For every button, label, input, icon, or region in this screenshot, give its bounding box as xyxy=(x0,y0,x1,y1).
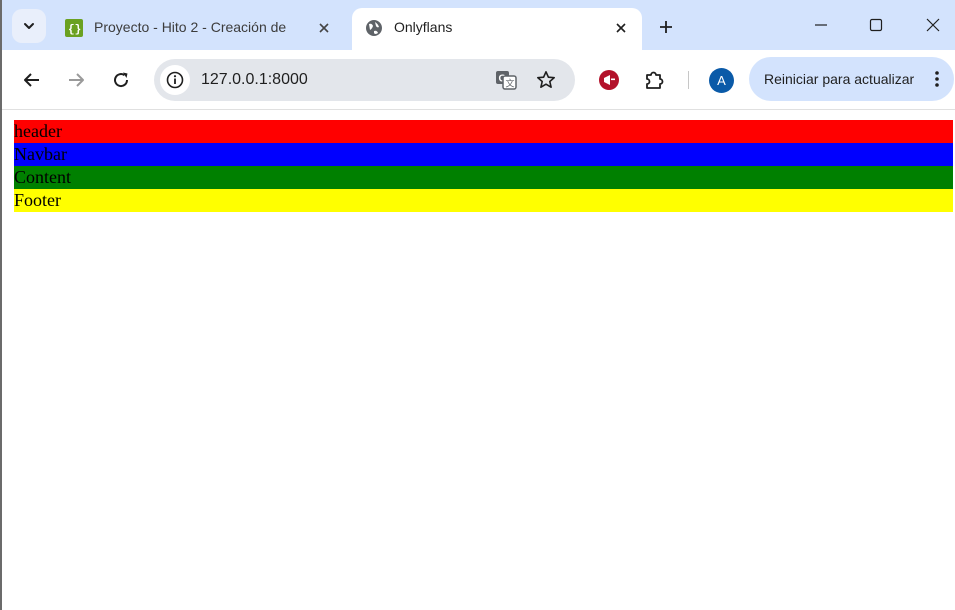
tab-search-button[interactable] xyxy=(12,9,46,43)
tab-strip: {} Proyecto - Hito 2 - Creación de Onlyf… xyxy=(2,0,955,50)
profile-initial: A xyxy=(717,73,726,88)
back-button[interactable] xyxy=(20,68,44,92)
profile-avatar[interactable]: A xyxy=(709,68,734,93)
close-icon[interactable] xyxy=(314,18,334,38)
content-section: Content xyxy=(14,166,953,189)
toolbar-separator xyxy=(688,71,689,89)
close-window-button[interactable] xyxy=(918,12,948,38)
close-icon[interactable] xyxy=(611,18,631,38)
svg-text:{}: {} xyxy=(68,24,81,36)
site-info-button[interactable] xyxy=(160,65,190,95)
close-icon xyxy=(926,18,940,32)
extensions-menu-button[interactable] xyxy=(642,68,666,92)
browser-toolbar: 127.0.0.1:8000 G 文 xyxy=(2,50,955,110)
content-label: Content xyxy=(14,167,71,187)
arrow-left-icon xyxy=(24,73,39,87)
address-bar[interactable]: 127.0.0.1:8000 G 文 xyxy=(154,59,575,101)
header-label: header xyxy=(14,121,62,141)
page-viewport: header Navbar Content Footer xyxy=(4,111,955,610)
tab-proyecto[interactable]: {} Proyecto - Hito 2 - Creación de xyxy=(52,8,344,50)
forward-button[interactable] xyxy=(64,68,88,92)
tab-onlyflans[interactable]: Onlyflans xyxy=(352,8,642,50)
svg-text:文: 文 xyxy=(506,78,515,89)
reload-button[interactable] xyxy=(109,68,133,92)
bookmark-button[interactable] xyxy=(535,69,557,91)
restart-to-update-button[interactable]: Reiniciar para actualizar xyxy=(749,57,954,101)
footer-label: Footer xyxy=(14,190,61,210)
update-label: Reiniciar para actualizar xyxy=(764,71,915,87)
globe-icon xyxy=(366,20,382,36)
arrow-right-icon xyxy=(69,73,84,87)
translate-button[interactable]: G 文 xyxy=(495,69,517,91)
puzzle-icon xyxy=(646,71,664,89)
more-menu-icon[interactable] xyxy=(927,69,947,89)
minimize-button[interactable] xyxy=(806,12,836,38)
extension-megaphone-icon xyxy=(599,70,619,90)
tab-title: Onlyflans xyxy=(394,19,453,35)
plus-icon xyxy=(660,21,672,33)
reload-icon xyxy=(114,72,129,88)
navbar-section: Navbar xyxy=(14,143,953,166)
info-icon xyxy=(166,71,184,89)
tab-title: Proyecto - Hito 2 - Creación de xyxy=(94,19,287,35)
maximize-button[interactable] xyxy=(861,12,891,38)
browser-window: {} Proyecto - Hito 2 - Creación de Onlyf… xyxy=(0,0,955,610)
extension-button[interactable] xyxy=(597,68,621,92)
chevron-down-icon xyxy=(24,23,34,29)
minimize-icon xyxy=(815,24,827,26)
maximize-icon xyxy=(869,18,883,32)
project-favicon-icon: {} xyxy=(65,19,83,37)
new-tab-button[interactable] xyxy=(654,15,678,39)
star-icon xyxy=(537,71,555,88)
navbar-label: Navbar xyxy=(14,144,67,164)
url-text: 127.0.0.1:8000 xyxy=(201,71,308,88)
translate-icon: G 文 xyxy=(496,71,517,90)
header-section: header xyxy=(14,120,953,143)
footer-section: Footer xyxy=(14,189,953,212)
